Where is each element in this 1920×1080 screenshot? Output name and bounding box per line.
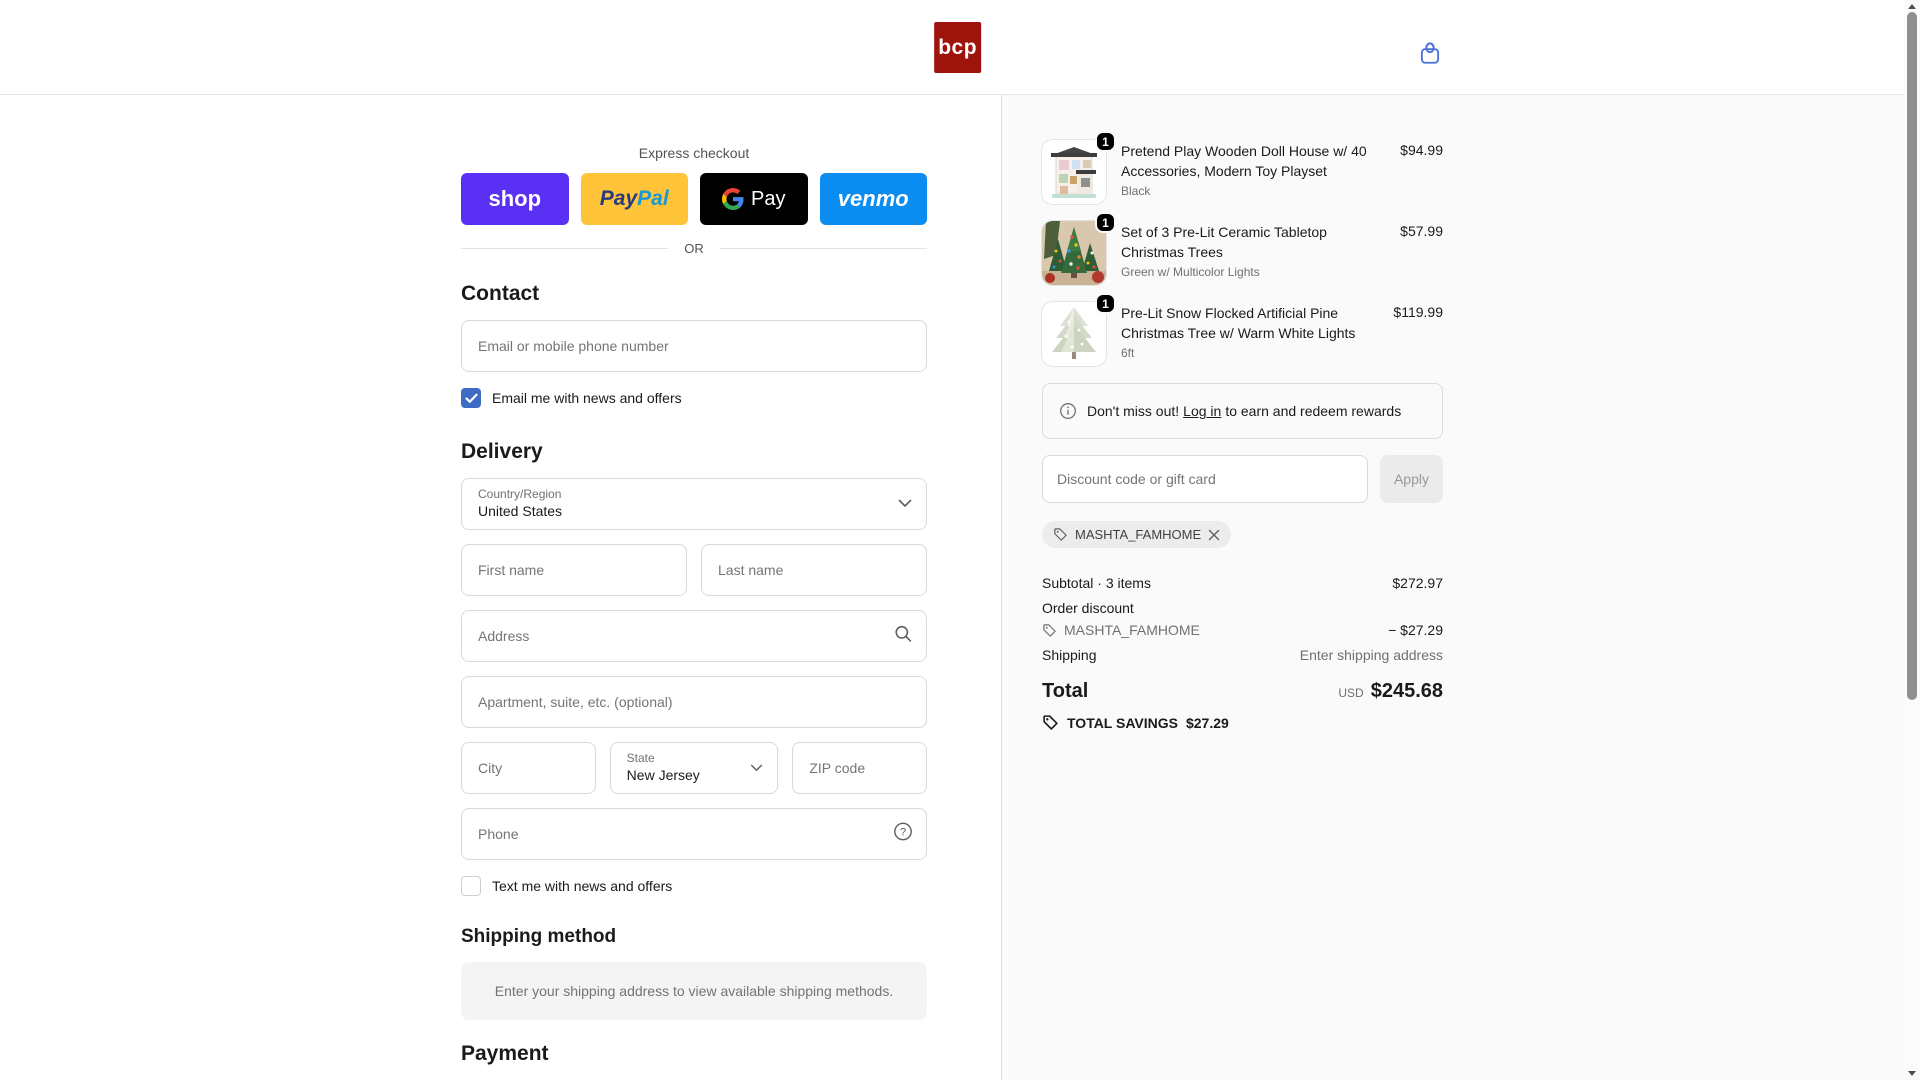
- cart-item: 1 Pre-Lit Snow Flocked Artificial Pine C…: [1042, 293, 1443, 366]
- svg-text:?: ?: [900, 827, 906, 839]
- info-icon: [1059, 402, 1077, 420]
- page-scrollbar[interactable]: [1904, 0, 1920, 1080]
- shipping-label: Shipping: [1042, 647, 1097, 663]
- country-select[interactable]: Country/Region United States: [461, 478, 927, 530]
- paypal-button[interactable]: Pay Pal: [580, 173, 688, 225]
- log-in-link[interactable]: Log in: [1183, 403, 1221, 419]
- shop-pay-button[interactable]: shop: [461, 173, 569, 225]
- or-text: OR: [684, 241, 704, 256]
- gpay-label: Pay: [751, 187, 786, 210]
- item-title: Pre-Lit Snow Flocked Artificial Pine Chr…: [1121, 305, 1356, 341]
- scrollbar-up-arrow[interactable]: [1908, 4, 1916, 9]
- tag-icon: [1042, 623, 1057, 638]
- cart-item: 1 Set of 3 Pre-Lit Ceramic Tabletop Chri…: [1042, 212, 1443, 285]
- email-news-label: Email me with news and offers: [492, 390, 682, 406]
- total-savings-label: TOTAL SAVINGS: [1067, 714, 1178, 731]
- item-title: Set of 3 Pre-Lit Ceramic Tabletop Christ…: [1121, 224, 1327, 260]
- paypal-wordmark-pay: Pay: [599, 187, 638, 210]
- sms-news-checkbox[interactable]: [461, 876, 481, 896]
- cart-bag-icon[interactable]: [1417, 40, 1443, 66]
- paypal-wordmark-pal: Pal: [637, 187, 669, 210]
- delivery-heading: Delivery: [461, 440, 543, 463]
- item-price: $94.99: [1400, 142, 1443, 158]
- rewards-text-suffix: to earn and redeem rewards: [1225, 403, 1402, 419]
- total-label: Total: [1042, 680, 1089, 702]
- payment-heading: Payment: [461, 1042, 549, 1065]
- address-field[interactable]: [461, 610, 927, 662]
- item-price: $119.99: [1393, 304, 1443, 320]
- express-checkout-label: Express checkout: [638, 145, 750, 161]
- discount-amount: − $27.29: [1388, 622, 1443, 638]
- cart-item: 1 Pretend Play Wooden Doll House w/ 40 A…: [1042, 131, 1443, 204]
- item-variant: Black: [1121, 184, 1151, 199]
- scrollbar-thumb[interactable]: [1907, 12, 1917, 700]
- discount-code-input[interactable]: [1042, 455, 1368, 503]
- quantity-badge: 1: [1095, 212, 1116, 233]
- subtotal-label: Subtotal · 3 items: [1042, 575, 1151, 591]
- item-title: Pretend Play Wooden Doll House w/ 40 Acc…: [1121, 143, 1367, 179]
- shipping-value: Enter shipping address: [1299, 647, 1443, 663]
- order-summary-pane: 1 Pretend Play Wooden Doll House w/ 40 A…: [1002, 95, 1920, 1080]
- apartment-field[interactable]: [461, 676, 927, 728]
- email-news-checkbox[interactable]: [461, 388, 481, 408]
- google-pay-button[interactable]: Pay: [700, 173, 808, 225]
- state-value: New Jersey: [626, 767, 700, 783]
- google-g-icon: [722, 188, 744, 210]
- applied-discount-code: MASHTA_FAMHOME: [1075, 527, 1202, 542]
- quantity-badge: 1: [1095, 131, 1116, 152]
- first-name-field[interactable]: [461, 544, 687, 596]
- phone-field[interactable]: [461, 808, 927, 860]
- state-select[interactable]: State New Jersey: [609, 742, 779, 794]
- store-logo[interactable]: bcp: [934, 22, 982, 73]
- item-variant: Green w/ Multicolor Lights: [1121, 265, 1260, 280]
- item-price: $57.99: [1400, 223, 1443, 239]
- contact-heading: Contact: [461, 282, 540, 305]
- rewards-text-prefix: Don't miss out!: [1087, 403, 1180, 419]
- quantity-badge: 1: [1095, 293, 1116, 314]
- shipping-method-notice: Enter your shipping address to view avai…: [461, 962, 927, 1020]
- sms-news-label: Text me with news and offers: [492, 878, 673, 894]
- header: bcp: [0, 0, 1920, 95]
- or-divider: OR: [461, 241, 927, 256]
- order-discount-label: Order discount: [1042, 600, 1134, 616]
- remove-discount-icon[interactable]: [1208, 529, 1220, 541]
- main-pane: Express checkout shop Pay Pal Pay venmo …: [0, 95, 1002, 1080]
- rewards-banner: Don't miss out! Log in to earn and redee…: [1042, 383, 1443, 439]
- venmo-button[interactable]: venmo: [819, 173, 927, 225]
- country-label: Country/Region: [478, 487, 562, 501]
- country-value: United States: [478, 503, 563, 519]
- applied-discount-chip: MASHTA_FAMHOME: [1042, 521, 1232, 548]
- chevron-down-icon: [898, 495, 912, 513]
- savings-tag-icon: [1042, 714, 1059, 731]
- email-field[interactable]: [461, 320, 927, 372]
- state-label: State: [626, 751, 655, 765]
- currency-code: USD: [1338, 686, 1364, 700]
- subtotal-value: $272.97: [1392, 575, 1443, 591]
- item-variant: 6ft: [1121, 346, 1135, 361]
- express-checkout-buttons: shop Pay Pal Pay venmo: [461, 173, 927, 225]
- chevron-down-icon: [750, 759, 763, 777]
- help-question-icon[interactable]: ?: [893, 822, 913, 847]
- checkout-page: bcp Express checkout shop Pay Pal Pay ve…: [0, 0, 1920, 1080]
- scrollbar-down-arrow[interactable]: [1908, 1071, 1916, 1076]
- search-icon: [893, 624, 913, 649]
- last-name-field[interactable]: [701, 544, 927, 596]
- tag-icon: [1053, 527, 1068, 542]
- total-savings-value: $27.29: [1185, 714, 1229, 731]
- discount-code-label: MASHTA_FAMHOME: [1064, 622, 1200, 638]
- city-field[interactable]: [461, 742, 596, 794]
- zip-code-field[interactable]: [792, 742, 928, 794]
- shipping-method-heading: Shipping method: [461, 926, 617, 947]
- total-value: $245.68: [1370, 680, 1443, 702]
- apply-discount-button[interactable]: Apply: [1379, 455, 1443, 503]
